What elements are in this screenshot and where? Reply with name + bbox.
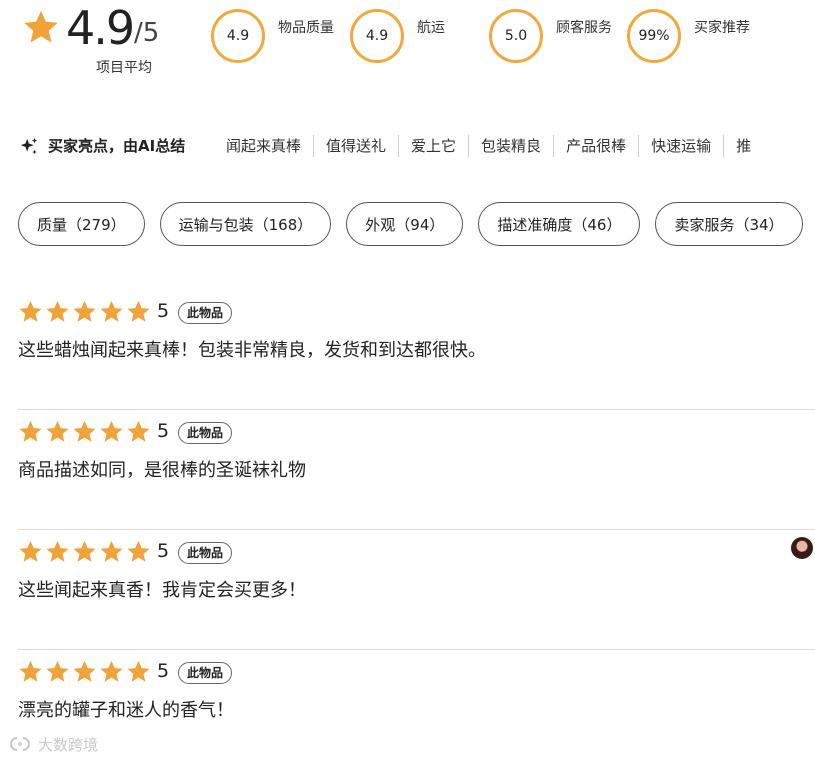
star-icon	[73, 540, 96, 562]
review-score: 5	[157, 420, 170, 442]
star-icon	[46, 540, 69, 562]
star-icon	[19, 540, 42, 562]
star-rating	[18, 419, 151, 444]
average-caption: 项目平均	[96, 60, 152, 76]
review-list: 5 此物品 这些蜡烛闻起来真棒！包装非常精良，发货和到达都很快。 5 此物品 商…	[18, 290, 815, 760]
star-icon	[73, 420, 96, 442]
highlights-title: 买家亮点，由AI总结	[48, 137, 186, 155]
review-score: 5	[157, 300, 170, 322]
watermark: 大数跨境	[8, 733, 98, 755]
highlight-tag[interactable]: 快速运输	[639, 135, 725, 157]
average-score: 4.9	[66, 1, 135, 55]
star-rating	[18, 659, 151, 684]
metric-ring: 99%	[627, 9, 681, 63]
star-icon	[127, 420, 150, 442]
review-text: 这些蜡烛闻起来真棒！包装非常精良，发货和到达都很快。	[18, 340, 486, 361]
score-out-of: /5	[134, 18, 160, 48]
star-icon	[46, 660, 69, 682]
star-icon	[100, 540, 123, 562]
metric-ring: 4.9	[350, 9, 404, 63]
star-icon	[19, 420, 42, 442]
star-icon	[73, 660, 96, 682]
review-item: 5 此物品 这些闻起来真香！我肯定会买更多！	[18, 530, 815, 650]
review-item: 5 此物品 漂亮的罐子和迷人的香气！	[18, 650, 815, 760]
review-score: 5	[157, 540, 170, 562]
watermark-logo-icon	[9, 736, 31, 752]
sparkle-icon	[20, 137, 38, 155]
star-icon	[100, 660, 123, 682]
review-score: 5	[157, 660, 170, 682]
metric-label: 顾客服务	[556, 20, 612, 36]
highlight-tags: 闻起来真棒 值得送礼 爱上它 包装精良 产品很棒 快速运输 推	[214, 134, 763, 158]
star-icon	[24, 10, 58, 43]
star-icon	[100, 300, 123, 322]
filter-chip-seller-service[interactable]: 卖家服务（34）	[655, 202, 803, 246]
reviewer-avatar[interactable]	[791, 537, 813, 559]
star-icon	[127, 300, 150, 322]
metric-label: 买家推荐	[694, 20, 750, 36]
filter-chip-appearance[interactable]: 外观（94）	[346, 202, 464, 246]
highlight-tag[interactable]: 产品很棒	[554, 135, 640, 157]
this-item-badge: 此物品	[178, 422, 233, 444]
filter-chips: 质量（279） 运输与包装（168） 外观（94） 描述准确度（46） 卖家服务…	[18, 202, 815, 248]
metric-ring: 4.9	[211, 9, 265, 63]
review-text: 漂亮的罐子和迷人的香气！	[18, 700, 234, 721]
highlight-tag[interactable]: 包装精良	[469, 135, 555, 157]
star-icon	[19, 660, 42, 682]
metric-label: 物品质量	[278, 20, 334, 36]
star-icon	[19, 300, 42, 322]
this-item-badge: 此物品	[178, 302, 233, 324]
star-icon	[127, 540, 150, 562]
review-item: 5 此物品 这些蜡烛闻起来真棒！包装非常精良，发货和到达都很快。	[18, 290, 815, 410]
metric-label: 航运	[417, 20, 445, 36]
star-icon	[46, 420, 69, 442]
highlight-tag[interactable]: 闻起来真棒	[214, 135, 315, 157]
star-icon	[73, 300, 96, 322]
review-text: 这些闻起来真香！我肯定会买更多！	[18, 580, 306, 601]
review-item: 5 此物品 商品描述如同，是很棒的圣诞袜礼物	[18, 410, 815, 530]
rating-summary: 4.9 /5 项目平均 4.9 物品质量 4.9 航运 5.0 顾客服务 99%…	[0, 0, 815, 90]
star-icon	[127, 660, 150, 682]
this-item-badge: 此物品	[178, 662, 233, 684]
star-rating	[18, 299, 151, 324]
highlight-tag[interactable]: 爱上它	[399, 135, 470, 157]
average-rating: 4.9 /5 项目平均	[20, 1, 180, 82]
star-icon	[100, 420, 123, 442]
filter-chip-quality[interactable]: 质量（279）	[18, 202, 145, 246]
review-text: 商品描述如同，是很棒的圣诞袜礼物	[18, 460, 306, 481]
watermark-text: 大数跨境	[38, 735, 99, 754]
this-item-badge: 此物品	[178, 542, 233, 564]
highlight-tag[interactable]: 推	[724, 135, 763, 157]
filter-chip-description-accuracy[interactable]: 描述准确度（46）	[478, 202, 641, 246]
star-icon	[46, 300, 69, 322]
filter-chip-shipping-packaging[interactable]: 运输与包装（168）	[159, 202, 332, 246]
highlight-tag[interactable]: 值得送礼	[314, 135, 400, 157]
star-rating	[18, 539, 151, 564]
metric-ring: 5.0	[489, 9, 543, 63]
reviews-page: 4.9 /5 项目平均 4.9 物品质量 4.9 航运 5.0 顾客服务 99%…	[0, 0, 815, 760]
buyer-highlights: 买家亮点，由AI总结 闻起来真棒 值得送礼 爱上它 包装精良 产品很棒 快速运输…	[0, 130, 815, 162]
